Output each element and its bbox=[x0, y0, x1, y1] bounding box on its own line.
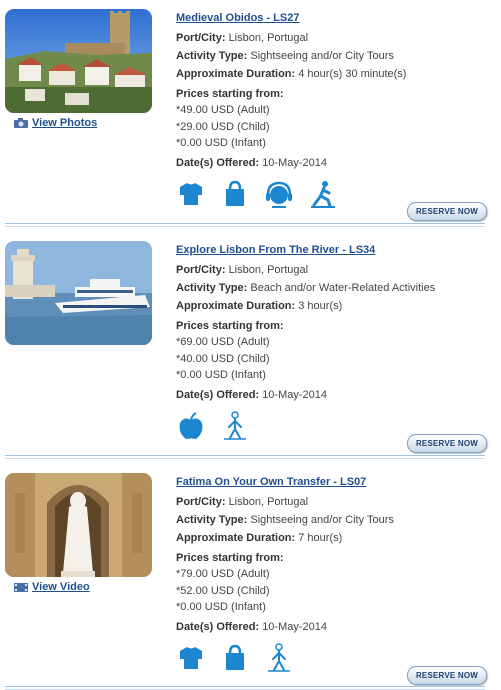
price-infant: *0.00 USD (Infant) bbox=[176, 369, 266, 381]
reserve-now-button[interactable]: RESERVE NOW bbox=[407, 434, 487, 453]
port-city: Port/City: Lisbon, Portugal bbox=[176, 496, 309, 508]
film-icon bbox=[14, 583, 28, 592]
prices-heading: Prices starting from: bbox=[176, 552, 284, 564]
port-city: Port/City: Lisbon, Portugal bbox=[176, 32, 309, 44]
approximate-duration: Approximate Duration: 7 hour(s) bbox=[176, 532, 343, 544]
prices-heading: Prices starting from: bbox=[176, 320, 284, 332]
approximate-duration: Approximate Duration: 4 hour(s) 30 minut… bbox=[176, 68, 407, 80]
separator bbox=[5, 686, 485, 690]
reserve-now-button[interactable]: RESERVE NOW bbox=[407, 666, 487, 685]
clothing-icon bbox=[180, 647, 202, 669]
tour-attribute-icons bbox=[176, 179, 338, 209]
tour-photo-river[interactable] bbox=[5, 241, 152, 345]
activity-type: Activity Type: Sightseeing and/or City T… bbox=[176, 514, 394, 526]
tour-photo-obidos[interactable] bbox=[5, 9, 152, 113]
approximate-duration: Approximate Duration: 3 hour(s) bbox=[176, 300, 343, 312]
tour-title-link[interactable]: Explore Lisbon From The River - LS34 bbox=[176, 242, 496, 258]
tour-title-link[interactable]: Fatima On Your Own Transfer - LS07 bbox=[176, 474, 496, 490]
tour-title-link[interactable]: Medieval Obidos - LS27 bbox=[176, 10, 496, 26]
tour-info: Medieval Obidos - LS27 Port/City: Lisbon… bbox=[176, 10, 496, 172]
clothing-icon bbox=[180, 183, 202, 205]
activity-type: Activity Type: Beach and/or Water-Relate… bbox=[176, 282, 436, 294]
shopping-bag-icon bbox=[226, 180, 244, 206]
prices-heading: Prices starting from: bbox=[176, 88, 284, 100]
fatima-statue-image bbox=[5, 473, 152, 577]
separator bbox=[5, 223, 485, 227]
price-adult: *79.00 USD (Adult) bbox=[176, 568, 270, 580]
dates-offered: Date(s) Offered: 10-May-2014 bbox=[176, 156, 328, 169]
tour-attribute-icons bbox=[176, 643, 294, 673]
price-child: *40.00 USD (Child) bbox=[176, 352, 270, 365]
walking-icon bbox=[311, 181, 335, 208]
view-photos-link[interactable]: View Photos bbox=[13, 117, 97, 129]
reserve-now-button[interactable]: RESERVE NOW bbox=[407, 202, 487, 221]
view-photos-label: View Photos bbox=[32, 117, 98, 129]
castle-village-image bbox=[5, 9, 152, 113]
price-adult: *49.00 USD (Adult) bbox=[176, 104, 270, 116]
river-boat-image bbox=[5, 241, 152, 345]
dates-offered: Date(s) Offered: 10-May-2014 bbox=[176, 388, 328, 401]
tour-photo-fatima[interactable] bbox=[5, 473, 152, 577]
price-infant: *0.00 USD (Infant) bbox=[176, 137, 266, 149]
view-video-link[interactable]: View Video bbox=[13, 581, 90, 593]
easy-walk-icon bbox=[268, 643, 290, 672]
tour-info: Fatima On Your Own Transfer - LS07 Port/… bbox=[176, 474, 496, 636]
audio-guide-icon bbox=[266, 181, 292, 208]
separator bbox=[5, 455, 485, 459]
view-video-label: View Video bbox=[32, 581, 90, 593]
port-city: Port/City: Lisbon, Portugal bbox=[176, 264, 309, 276]
tour-info: Explore Lisbon From The River - LS34 Por… bbox=[176, 242, 496, 404]
easy-walk-icon bbox=[224, 411, 246, 440]
food-apple-icon bbox=[179, 412, 203, 439]
price-infant: *0.00 USD (Infant) bbox=[176, 601, 266, 613]
price-adult: *69.00 USD (Adult) bbox=[176, 336, 270, 348]
price-child: *29.00 USD (Child) bbox=[176, 120, 270, 133]
camera-icon bbox=[14, 118, 28, 128]
tour-attribute-icons bbox=[176, 411, 250, 441]
activity-type: Activity Type: Sightseeing and/or City T… bbox=[176, 50, 394, 62]
price-child: *52.00 USD (Child) bbox=[176, 584, 270, 597]
shopping-bag-icon bbox=[226, 644, 244, 670]
dates-offered: Date(s) Offered: 10-May-2014 bbox=[176, 620, 328, 633]
